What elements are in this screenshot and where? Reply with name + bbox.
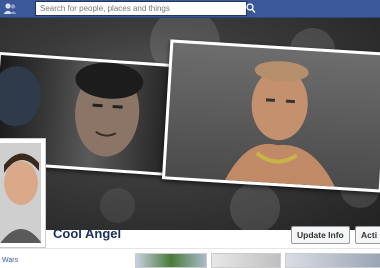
cover-photo-right-frame: [161, 39, 380, 193]
bokeh-light: [100, 188, 135, 223]
search-input[interactable]: Search for people, places and things: [35, 1, 247, 16]
portrait-wrestler-image: [224, 61, 335, 187]
timeline-strip: Wars: [0, 248, 380, 268]
profile-name[interactable]: Cool Angel: [53, 226, 121, 241]
cover-photo[interactable]: [0, 18, 380, 230]
activity-log-button[interactable]: Acti: [355, 226, 380, 244]
friends-thumbnail[interactable]: [135, 253, 207, 268]
update-info-button[interactable]: Update Info: [291, 226, 350, 244]
photos-thumbnail[interactable]: [211, 253, 281, 268]
friends-icon[interactable]: [3, 1, 17, 15]
bokeh-light: [230, 183, 280, 230]
map-thumbnail[interactable]: [285, 253, 380, 268]
search-icon[interactable]: [246, 2, 256, 14]
avatar-image: [0, 143, 41, 243]
sidebar-item-label[interactable]: Wars: [2, 257, 18, 264]
profile-picture[interactable]: [0, 138, 46, 248]
top-bar: Search for people, places and things: [0, 0, 380, 18]
